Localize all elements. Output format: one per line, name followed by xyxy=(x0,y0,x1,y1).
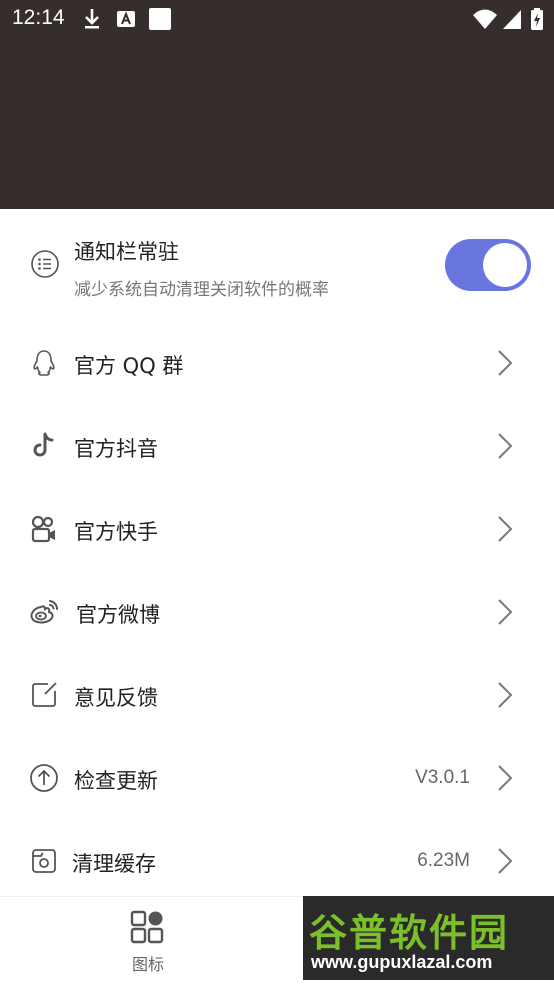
version-value: V3.0.1 xyxy=(415,767,470,788)
menu-label: 官方微博 xyxy=(76,603,160,627)
feedback-icon xyxy=(32,682,57,707)
notification-description: 减少系统自动清理关闭软件的概率 xyxy=(74,280,329,300)
watermark-logo: 谷普软件园 www.gupuxlazal.com xyxy=(303,896,554,980)
menu-item-qq-group[interactable]: 官方 QQ 群 xyxy=(0,322,554,405)
menu-item-weibo[interactable]: 官方微博 xyxy=(0,571,554,654)
chevron-right-icon xyxy=(498,516,513,542)
menu-item-kuaishou[interactable]: 官方快手 xyxy=(0,488,554,571)
qq-icon xyxy=(33,350,55,376)
menu-label: 官方 QQ 群 xyxy=(74,354,184,378)
tab-icons[interactable]: 图标 xyxy=(110,897,186,984)
chevron-right-icon xyxy=(498,350,513,376)
white-square-icon xyxy=(149,8,171,30)
list-circle-icon xyxy=(31,250,59,278)
chevron-right-icon xyxy=(498,765,513,791)
a-letter-icon xyxy=(117,11,135,27)
watermark-title: 谷普软件园 xyxy=(309,911,510,955)
grid-icon xyxy=(130,910,164,944)
chevron-right-icon xyxy=(498,599,513,625)
watermark-url: www.gupuxlazal.com xyxy=(311,952,493,972)
download-icon xyxy=(85,9,99,29)
menu-item-clear-cache[interactable]: 清理缓存 6.23M xyxy=(0,820,554,903)
header-background xyxy=(0,40,554,209)
menu-item-check-update[interactable]: 检查更新 V3.0.1 xyxy=(0,737,554,820)
menu-label: 官方抖音 xyxy=(74,437,158,461)
update-icon xyxy=(30,764,58,792)
tab-label: 图标 xyxy=(131,955,164,974)
status-time: 12:14 xyxy=(12,6,65,29)
toggle-knob xyxy=(483,243,527,287)
notification-toggle[interactable] xyxy=(445,239,531,291)
cache-icon xyxy=(32,849,56,873)
notification-title: 通知栏常驻 xyxy=(74,240,179,264)
menu-label: 检查更新 xyxy=(74,769,158,793)
menu-item-feedback[interactable]: 意见反馈 xyxy=(0,654,554,737)
chevron-right-icon xyxy=(498,682,513,708)
chevron-right-icon xyxy=(498,433,513,459)
menu-label: 官方快手 xyxy=(74,520,158,544)
kuaishou-icon xyxy=(31,515,55,543)
status-bar: 12:14 xyxy=(0,0,554,40)
signal-icon xyxy=(503,10,521,29)
menu-label: 意见反馈 xyxy=(74,686,158,710)
battery-icon xyxy=(531,8,543,30)
menu-label: 清理缓存 xyxy=(72,852,156,876)
chevron-right-icon xyxy=(498,848,513,874)
menu-item-douyin[interactable]: 官方抖音 xyxy=(0,405,554,488)
cache-size-value: 6.23M xyxy=(417,850,470,871)
wifi-icon xyxy=(473,9,497,29)
weibo-icon xyxy=(30,600,59,624)
tiktok-icon xyxy=(33,432,54,457)
